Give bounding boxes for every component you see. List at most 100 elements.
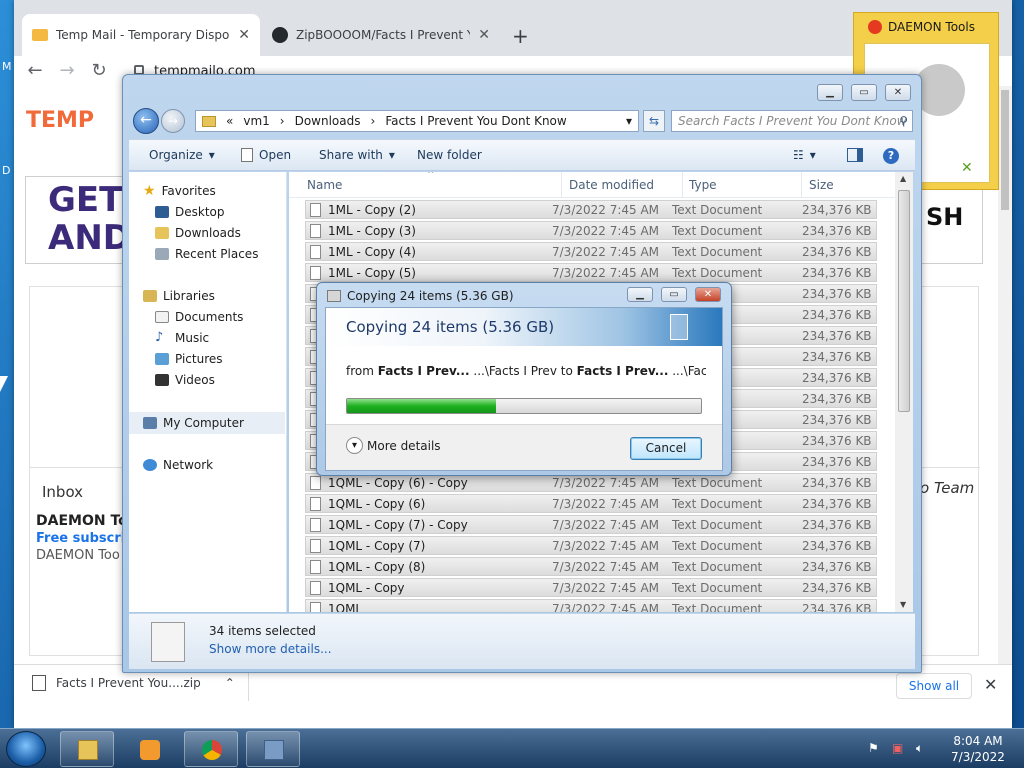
maximize-button[interactable]: ▭ xyxy=(661,287,687,302)
inbox-label[interactable]: Inbox xyxy=(42,483,83,501)
nav-network[interactable]: Network xyxy=(143,454,285,475)
column-size[interactable]: Size xyxy=(809,178,834,192)
show-all-button[interactable]: Show all xyxy=(896,673,972,699)
scroll-up-icon[interactable]: ▲ xyxy=(900,174,906,183)
maximize-button[interactable]: ▭ xyxy=(851,84,877,101)
forward-button[interactable]: → xyxy=(161,109,185,133)
text-file-icon xyxy=(310,518,321,532)
nav-pictures[interactable]: Pictures xyxy=(143,348,285,369)
file-row[interactable]: 1ML - Copy (5) 7/3/2022 7:45 AM Text Docum… xyxy=(305,263,877,282)
chrome-icon xyxy=(202,740,222,760)
details-pane: 34 items selected Show more details... xyxy=(129,613,915,669)
taskbar-chrome[interactable] xyxy=(184,731,238,767)
file-type: Text Document xyxy=(672,245,763,259)
help-icon[interactable]: ? xyxy=(883,148,899,164)
scroll-thumb[interactable] xyxy=(1001,90,1009,210)
chevron-down-icon[interactable]: ▾ xyxy=(626,114,632,128)
scroll-thumb[interactable] xyxy=(898,190,910,412)
nav-downloads[interactable]: Downloads xyxy=(143,222,285,243)
nav-documents[interactable]: Documents xyxy=(143,306,285,327)
search-input[interactable]: Search Facts I Prevent You Dont Know ⚲ xyxy=(671,110,913,132)
refresh-button[interactable]: ⇆ xyxy=(643,110,665,132)
breadcrumb-item[interactable]: Facts I Prevent You Dont Know xyxy=(385,114,566,128)
column-date-modified[interactable]: Date modified xyxy=(569,178,654,192)
action-center-icon[interactable]: ⚑ xyxy=(868,741,882,755)
file-row[interactable]: 1QML - Copy (6) 7/3/2022 7:45 AM Text Docu… xyxy=(305,494,877,513)
show-more-details-link[interactable]: Show more details... xyxy=(209,642,332,656)
scroll-down-icon[interactable]: ▼ xyxy=(900,600,906,609)
new-folder-button[interactable]: New folder xyxy=(417,148,482,162)
search-icon[interactable]: ⚲ xyxy=(899,111,908,131)
close-icon[interactable]: ✕ xyxy=(478,27,490,43)
file-name: 1QML - Copy (7) xyxy=(328,539,426,553)
chevron-up-icon[interactable]: ⌃ xyxy=(225,676,235,690)
taskbar-media-player[interactable] xyxy=(122,731,176,767)
tab-temp-mail[interactable]: Temp Mail - Temporary Disposab ✕ xyxy=(22,14,260,56)
preview-pane-icon[interactable] xyxy=(847,148,863,162)
site-logo[interactable]: TEMP xyxy=(26,108,94,133)
minimize-button[interactable]: ▁ xyxy=(627,287,653,302)
file-row[interactable]: 1QML - Copy (7) - Copy 7/3/2022 7:45 AM Te… xyxy=(305,515,877,534)
breadcrumb-overflow[interactable]: « xyxy=(226,114,233,128)
minimize-button[interactable]: ▁ xyxy=(817,84,843,101)
view-options-button[interactable]: ☷ ▾ xyxy=(793,148,816,162)
file-list-scrollbar[interactable]: ▲ ▼ xyxy=(895,172,913,612)
nav-my-computer[interactable]: My Computer xyxy=(129,412,285,434)
more-details-button[interactable]: ▾ More details xyxy=(346,437,441,454)
back-button[interactable]: ← xyxy=(133,108,159,134)
open-button[interactable]: Open xyxy=(241,148,291,162)
new-tab-button[interactable]: + xyxy=(512,24,529,48)
taskbar-network-app[interactable] xyxy=(246,731,300,767)
nav-recent-places[interactable]: Recent Places xyxy=(143,243,285,264)
taskbar-explorer[interactable] xyxy=(60,731,114,767)
file-row[interactable]: 1ML - Copy (2) 7/3/2022 7:45 AM Text Docum… xyxy=(305,200,877,219)
share-with-button[interactable]: Share with ▾ xyxy=(319,148,395,162)
close-button[interactable]: ✕ xyxy=(885,84,911,101)
tab-github[interactable]: ZipBOOOOM/Facts I Prevent You ✕ xyxy=(262,14,500,56)
start-button[interactable] xyxy=(6,731,46,767)
column-name[interactable]: Name xyxy=(307,178,342,192)
nav-videos[interactable]: Videos xyxy=(143,369,285,390)
file-type: Text Document xyxy=(672,560,763,574)
file-name: 1QML - Copy (6) - Copy xyxy=(328,476,468,490)
organize-button[interactable]: Organize ▾ xyxy=(149,148,215,162)
download-item[interactable]: Facts I Prevent You....zip ⌃ xyxy=(32,675,235,691)
close-button[interactable]: ✕ xyxy=(695,287,721,302)
forward-arrow-icon[interactable]: → xyxy=(56,60,78,82)
file-row[interactable]: 1ML - Copy (3) 7/3/2022 7:45 AM Text Docum… xyxy=(305,221,877,240)
file-row[interactable]: 1QML 7/3/2022 7:45 AM Text Document 234,376… xyxy=(305,599,877,612)
nav-desktop[interactable]: Desktop xyxy=(143,201,285,222)
breadcrumb-item[interactable]: Downloads xyxy=(295,114,361,128)
nav-favorites[interactable]: ★ Favorites xyxy=(143,180,285,201)
expand-icon[interactable]: ✕ xyxy=(961,160,973,176)
file-row[interactable]: 1QML - Copy (7) 7/3/2022 7:45 AM Text Docu… xyxy=(305,536,877,555)
file-row[interactable]: 1QML - Copy 7/3/2022 7:45 AM Text Document… xyxy=(305,578,877,597)
organize-label: Organize xyxy=(149,148,203,162)
file-row[interactable]: 1ML - Copy (4) 7/3/2022 7:45 AM Text Docum… xyxy=(305,242,877,261)
file-size: 234,376 KB xyxy=(802,539,872,553)
divider xyxy=(561,172,562,198)
reload-icon[interactable]: ↻ xyxy=(88,60,110,82)
close-icon[interactable]: ✕ xyxy=(984,675,997,694)
chevron-down-icon: ▾ xyxy=(809,148,816,162)
breadcrumb-item[interactable]: vm1 xyxy=(243,114,269,128)
chevron-right-icon[interactable]: › xyxy=(280,114,285,128)
desktop-icon-label: D xyxy=(2,164,11,177)
network-warning-icon[interactable]: ▣ xyxy=(892,741,906,755)
file-row[interactable]: 1QML - Copy (8) 7/3/2022 7:45 AM Text Docu… xyxy=(305,557,877,576)
close-icon[interactable]: ✕ xyxy=(238,27,250,43)
nav-music[interactable]: ♪ Music xyxy=(143,327,285,348)
nav-libraries[interactable]: Libraries xyxy=(143,285,285,306)
destination-folder[interactable]: Facts I Prev... xyxy=(577,364,669,378)
back-arrow-icon[interactable]: ← xyxy=(24,60,46,82)
source-folder[interactable]: Facts I Prev... xyxy=(378,364,470,378)
system-clock[interactable]: 8:04 AM 7/3/2022 xyxy=(938,733,1018,765)
recent-places-icon xyxy=(155,247,169,260)
cancel-button[interactable]: Cancel xyxy=(630,437,702,460)
volume-icon[interactable]: 🔈︎ xyxy=(916,741,930,755)
column-type[interactable]: Type xyxy=(689,178,717,192)
chevron-right-icon[interactable]: › xyxy=(371,114,376,128)
taskbar: ⚑ ▣ 🔈︎ 8:04 AM 7/3/2022 xyxy=(0,728,1024,768)
address-bar[interactable]: « vm1 › Downloads › Facts I Prevent You … xyxy=(195,110,639,132)
page-scrollbar[interactable] xyxy=(998,86,1012,664)
